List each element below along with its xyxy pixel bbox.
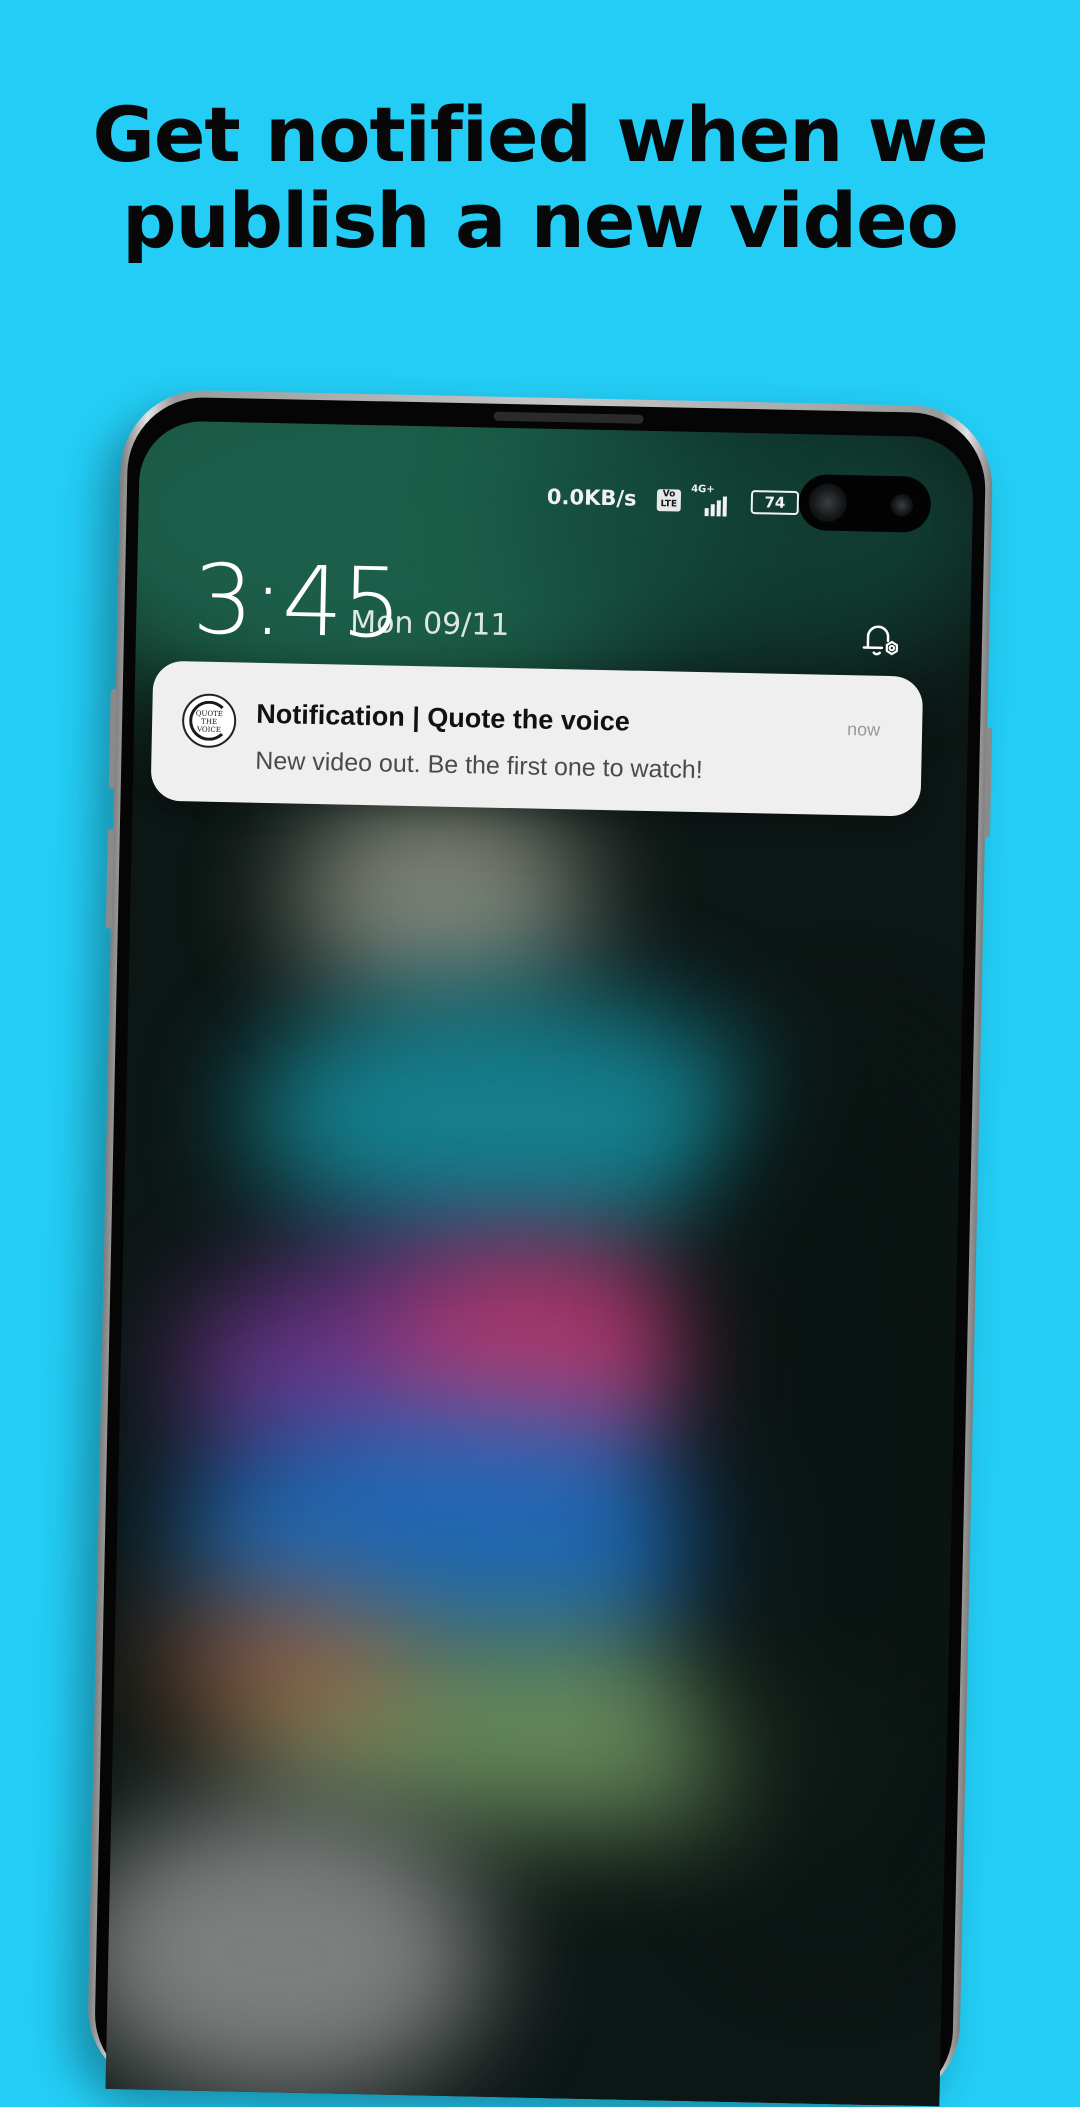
notification-time: now [846, 719, 881, 740]
phone-frame: 0.0KB/s Vo LTE 4G+ 74 3:45 Mon 09/11 QUO… [86, 388, 994, 2107]
notification-body: New video out. Be the first one to watch… [255, 746, 704, 785]
earpiece-speaker [493, 411, 644, 424]
network-type-label: 4G+ [691, 483, 715, 496]
phone-side-button [105, 828, 114, 929]
network-speed: 0.0KB/s [546, 484, 637, 511]
lock-screen: 0.0KB/s Vo LTE 4G+ 74 3:45 Mon 09/11 QUO… [105, 420, 975, 2107]
notification-card[interactable]: QUOTE THE VOICE Notification | Quote the v… [150, 660, 924, 817]
phone-bezel: 0.0KB/s Vo LTE 4G+ 74 3:45 Mon 09/11 QUO… [93, 396, 987, 2107]
phone-side-button [108, 688, 117, 789]
phone-side-button [983, 727, 993, 838]
phone-mockup: 0.0KB/s Vo LTE 4G+ 74 3:45 Mon 09/11 QUO… [0, 0, 1080, 2107]
volte-icon: Vo LTE [656, 489, 682, 512]
front-camera-secondary-icon [890, 493, 914, 517]
battery-icon: 74 [750, 490, 800, 516]
signal-icon: 4G+ [691, 483, 736, 517]
front-camera-icon [808, 483, 848, 523]
lockscreen-date: Mon 09/11 [349, 604, 510, 644]
quote-the-voice-app-icon: QUOTE THE VOICE [181, 693, 237, 749]
notification-settings-icon[interactable] [856, 615, 905, 664]
camera-cutout [798, 474, 932, 533]
notification-title: Notification | Quote the voice [256, 698, 631, 737]
